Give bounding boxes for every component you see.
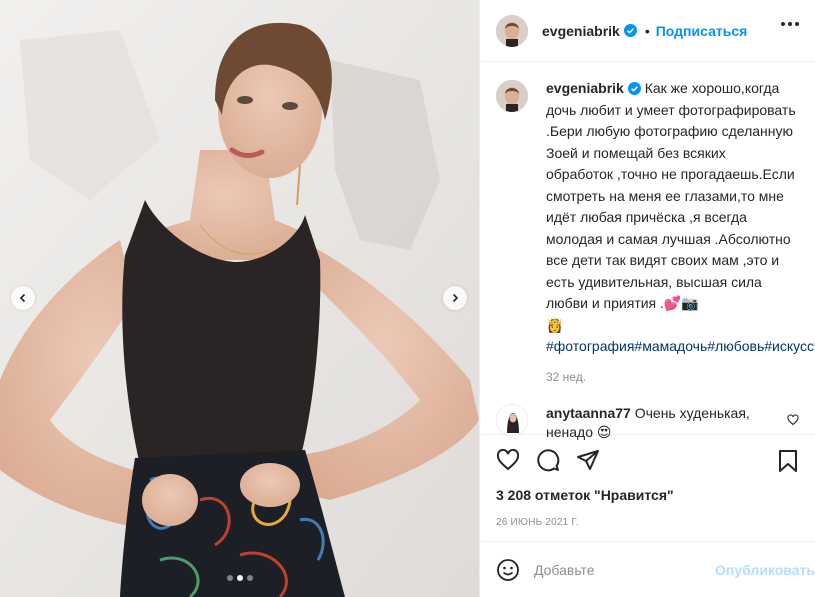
post-sidebar: evgeniabrik • Подписаться evgeniabrik Ка… xyxy=(479,0,815,597)
separator-dot: • xyxy=(644,22,650,39)
caption-emoji: 👸 xyxy=(546,316,564,333)
action-bar xyxy=(480,435,815,485)
username-link[interactable]: evgeniabrik xyxy=(542,23,620,39)
comments-section[interactable]: evgeniabrik Как же хорошо,когда дочь люб… xyxy=(480,62,815,440)
follow-button[interactable]: Подписаться xyxy=(656,23,748,39)
carousel-dot xyxy=(246,575,253,581)
like-button[interactable] xyxy=(496,448,520,472)
verified-badge-icon xyxy=(627,82,641,95)
avatar-image xyxy=(496,80,528,112)
instagram-post: evgeniabrik • Подписаться evgeniabrik Ка… xyxy=(0,0,815,597)
verified-badge-icon xyxy=(623,24,637,37)
carousel-dot xyxy=(226,575,233,581)
carousel-dot xyxy=(236,575,243,581)
chevron-left-icon xyxy=(19,293,26,303)
bookmark-icon xyxy=(779,450,797,472)
carousel-indicators xyxy=(0,575,479,581)
paper-plane-icon xyxy=(577,450,599,470)
comment-username[interactable]: anytaanna77 xyxy=(546,405,631,421)
caption-text: evgeniabrik Как же хорошо,когда дочь люб… xyxy=(546,78,815,358)
carousel-prev-button[interactable] xyxy=(11,286,35,310)
caption-body: Как же хорошо,когда дочь любит и умеет ф… xyxy=(546,80,796,311)
add-comment-bar: Опубликовать xyxy=(480,541,815,597)
post-header: evgeniabrik • Подписаться xyxy=(480,0,815,62)
avatar[interactable] xyxy=(496,80,528,112)
avatar-image xyxy=(496,14,528,47)
comment-like-icon[interactable] xyxy=(787,413,799,426)
carousel-next-button[interactable] xyxy=(443,286,467,310)
save-button[interactable] xyxy=(777,449,799,476)
caption-time: 32 нед. xyxy=(546,369,587,384)
heart-icon xyxy=(496,448,520,471)
comment-button[interactable] xyxy=(536,448,560,472)
publish-button[interactable]: Опубликовать xyxy=(715,562,815,578)
caption-username[interactable]: evgeniabrik xyxy=(546,80,624,96)
emoji-button[interactable] xyxy=(496,558,520,582)
comment-bubble-icon xyxy=(537,449,560,472)
avatar[interactable] xyxy=(496,14,528,47)
more-options-icon[interactable] xyxy=(781,22,799,26)
post-media[interactable] xyxy=(0,0,479,597)
caption: evgeniabrik Как же хорошо,когда дочь люб… xyxy=(496,78,815,358)
comment-input[interactable] xyxy=(534,561,715,578)
chevron-right-icon xyxy=(452,293,459,303)
likes-count[interactable]: 3 208 отметок "Нравится" xyxy=(480,487,815,503)
post-photo xyxy=(0,0,479,597)
post-date[interactable]: 26 ИЮНЬ 2021 Г. xyxy=(480,517,815,528)
comment-avatar[interactable] xyxy=(496,403,528,436)
caption-hashtags[interactable]: #фотография#мамадочь#любовь#искусство xyxy=(546,338,815,354)
share-button[interactable] xyxy=(576,448,600,472)
smiley-icon xyxy=(497,558,519,581)
avatar-image xyxy=(497,404,527,435)
